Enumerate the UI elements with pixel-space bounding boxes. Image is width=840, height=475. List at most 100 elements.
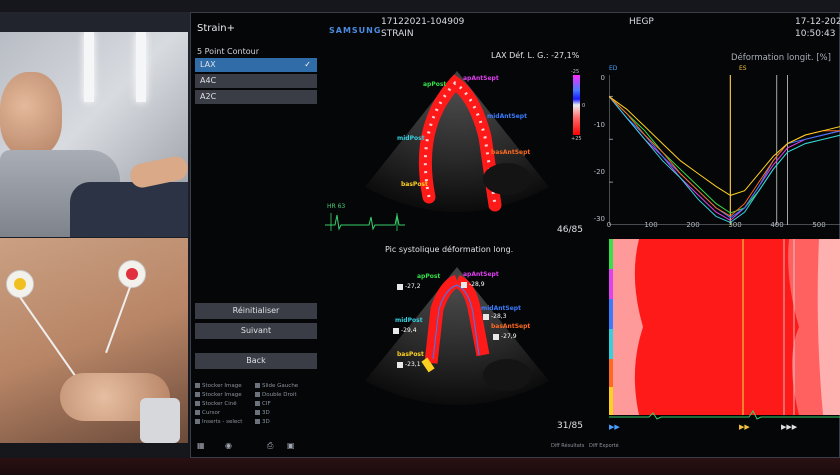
segment-value-appost: -27,2 xyxy=(397,283,421,290)
app-title: Strain+ xyxy=(197,23,236,34)
heart-rate: HR 63 xyxy=(327,203,346,210)
key-hint: Inserts - select xyxy=(195,419,242,425)
y-tick-label: -10 xyxy=(593,121,605,129)
colorbar-mid-label: 0 xyxy=(582,103,586,109)
segment-label-apantsept: apAntSept xyxy=(463,75,499,82)
ed-marker-label: ED xyxy=(609,65,618,72)
seg-color-tab xyxy=(609,359,613,387)
basal-posterior-segment xyxy=(421,357,435,373)
key-hint: Stocker Cinē xyxy=(195,401,237,407)
left-atrium xyxy=(483,163,531,195)
key-hint: Slide Gauche xyxy=(255,383,298,389)
key-hint: 3D xyxy=(255,410,270,416)
y-tick-label: -20 xyxy=(593,168,605,176)
print-icon[interactable]: ⎙ xyxy=(267,441,273,451)
seg-color-tab xyxy=(609,239,613,269)
seg-color-tab xyxy=(609,329,613,359)
patient-legs xyxy=(70,182,188,237)
left-atrium xyxy=(483,359,531,391)
strain-curve-5 xyxy=(609,95,840,196)
key-hint: Stocker Image xyxy=(195,383,242,389)
upper-frame-count: 46/85 xyxy=(557,225,583,235)
timeline-marker-arrows[interactable]: ▶▶▶ xyxy=(781,423,797,431)
patient-id: 17122021-104909 xyxy=(381,17,465,27)
view-item-a4c[interactable]: A4C xyxy=(195,74,317,88)
strain-color-map xyxy=(609,239,840,415)
export-icon[interactable]: ▣ xyxy=(287,441,295,450)
check-icon: ✓ xyxy=(304,60,311,69)
view-item-label: A4C xyxy=(200,76,217,85)
strain-curve-4 xyxy=(609,96,840,217)
view-item-a2c[interactable]: A2C xyxy=(195,90,317,104)
ecg-trace xyxy=(325,213,405,231)
strain-curve-1 xyxy=(609,96,840,221)
reset-button[interactable]: Réinitialiser xyxy=(195,303,317,319)
lower-echo-image xyxy=(365,267,549,405)
segment-value-basantsept: -27,9 xyxy=(493,333,517,340)
graph-title: Déformation longit. [%] xyxy=(731,53,831,63)
dial-icon[interactable]: ◉ xyxy=(225,441,232,450)
strain-map-late-band-light xyxy=(817,239,840,415)
timeline-ed-arrows[interactable]: ▶▶ xyxy=(609,423,620,431)
ultrasound-screen: Strain+ SAMSUNG 17122021-104909 STRAIN H… xyxy=(190,12,840,458)
lower-echo-title: Pic systolique déformation long. xyxy=(385,245,514,254)
ecg-wire xyxy=(105,286,131,354)
key-hint: CIF xyxy=(255,401,271,407)
view-item-lax[interactable]: LAX ✓ xyxy=(195,58,317,72)
bottom-strip xyxy=(0,458,840,475)
key-hint: Double Droit xyxy=(255,392,297,398)
colorbar-top-label: -25 xyxy=(571,69,580,75)
key-hint: 3D xyxy=(255,419,270,425)
exam-date: 17-12-2021 xyxy=(795,17,840,27)
top-strip xyxy=(0,0,840,12)
segment-label-midpost: midPost xyxy=(397,135,425,142)
seg-color-tab xyxy=(609,299,613,329)
key-hint: Cursor xyxy=(195,410,220,416)
segment-value-baspost: -23,1 xyxy=(397,361,421,368)
ecg-electrode-red xyxy=(118,260,146,288)
segment-label-basantsept: basAntSept xyxy=(491,149,531,156)
ecg-strip xyxy=(609,410,840,420)
segment-label-baspost: basPost xyxy=(397,351,424,358)
footer-export: Diff Exporté xyxy=(589,443,619,449)
seg-color-tab xyxy=(609,269,613,299)
segment-value-midantsept: -28,3 xyxy=(483,313,507,320)
ultrasound-probe xyxy=(140,398,180,443)
segment-value-apantsept: -28,9 xyxy=(461,281,485,288)
video-frame: Strain+ SAMSUNG 17122021-104909 STRAIN H… xyxy=(0,0,840,475)
y-tick-label: 0 xyxy=(600,74,605,82)
next-button[interactable]: Suivant xyxy=(195,323,317,339)
camera-feed-operator xyxy=(0,32,188,237)
ecg-electrode-yellow xyxy=(6,270,34,298)
view-item-label: A2C xyxy=(200,92,217,101)
strain-curve-3 xyxy=(609,96,840,223)
camera-feed-patient xyxy=(0,238,188,443)
lower-frame-count: 31/85 xyxy=(557,421,583,431)
strain-curve-2 xyxy=(609,96,840,219)
timeline-es-arrows[interactable]: ▶▶ xyxy=(739,423,750,431)
operator-head xyxy=(0,72,62,156)
upper-echo-title: LAX Déf. L. G.: -27,1% xyxy=(491,51,580,60)
footer-results: Diff Résultats xyxy=(551,443,585,449)
segment-label-baspost: basPost xyxy=(401,181,428,188)
colorbar-bottom-label: +25 xyxy=(571,136,582,142)
wall-light xyxy=(84,32,94,102)
segment-label-midpost: midPost xyxy=(395,317,423,324)
strain-curve-plot xyxy=(609,75,840,225)
back-button[interactable]: Back xyxy=(195,353,317,369)
segment-value-midpost: -29,4 xyxy=(393,327,417,334)
es-marker-label: ES xyxy=(739,65,747,72)
segment-label-midantsept: midAntSept xyxy=(487,113,527,120)
view-item-label: LAX xyxy=(200,60,216,69)
mode-label: STRAIN xyxy=(381,29,414,39)
contour-mode-label: 5 Point Contour xyxy=(197,47,259,56)
exam-time: 10:50:43 xyxy=(795,29,836,39)
brand-logo: SAMSUNG xyxy=(329,26,382,35)
segment-label-apantsept: apAntSept xyxy=(463,271,499,278)
segment-label-basantsept: basAntSept xyxy=(491,323,531,330)
site-name: HEGP xyxy=(629,17,654,27)
segment-label-midantsept: midAntSept xyxy=(481,305,521,312)
wall-light xyxy=(136,32,146,102)
segment-label-appost: apPost xyxy=(417,273,441,280)
grid-icon[interactable]: ▦ xyxy=(197,441,205,450)
